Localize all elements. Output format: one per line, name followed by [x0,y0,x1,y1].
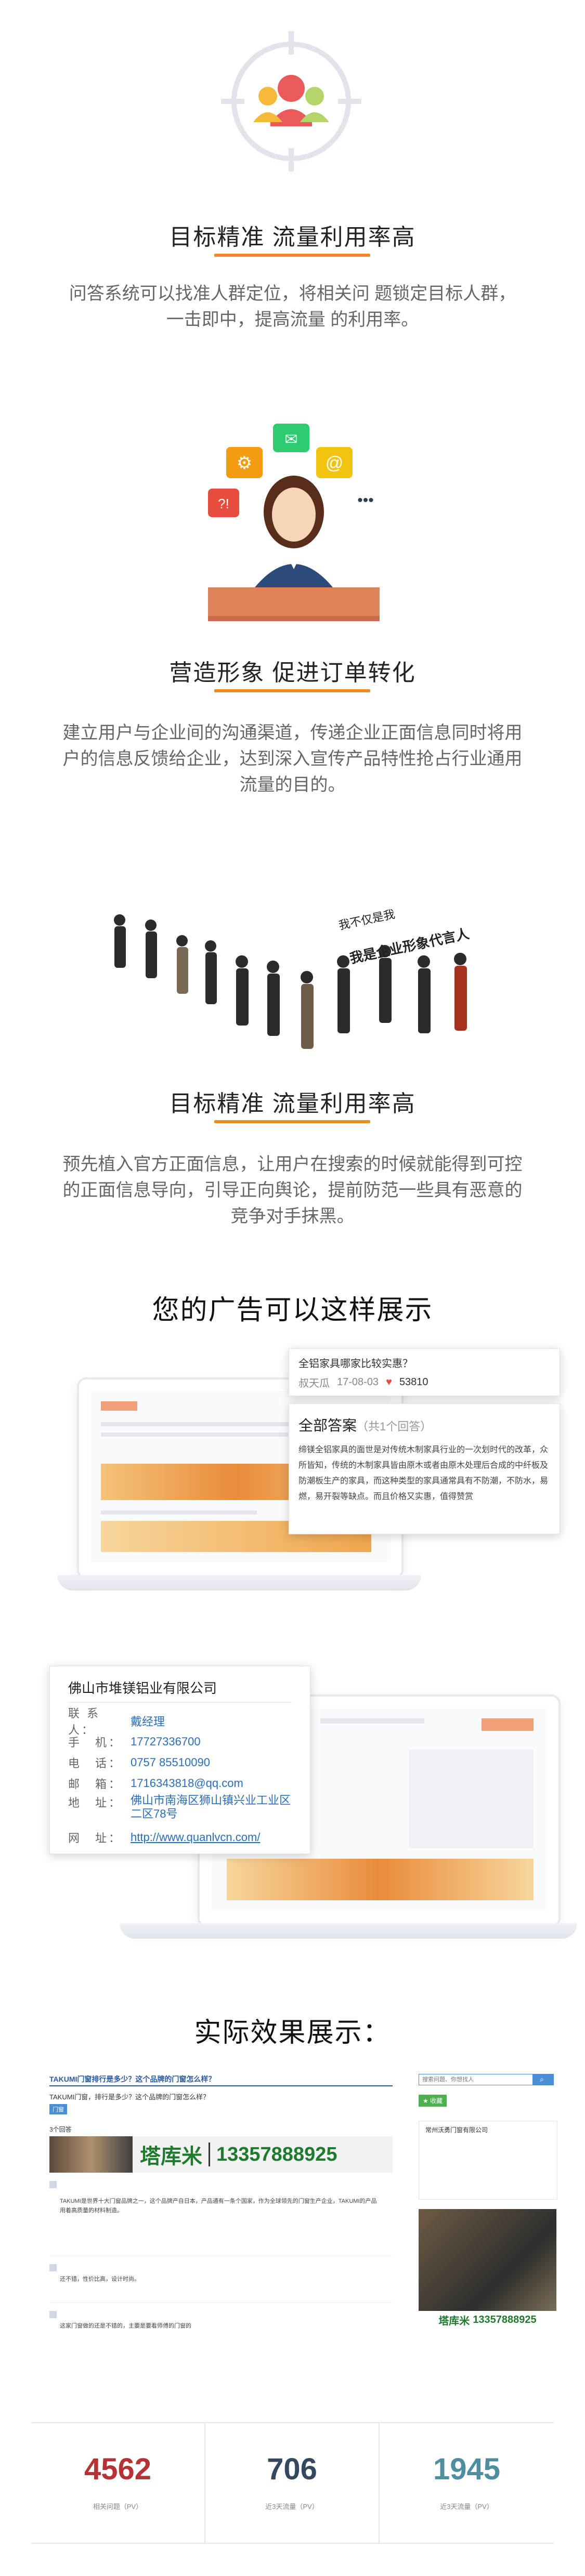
customer-service-illustration: ⚙ ✉ @ ?! ••• [177,416,411,634]
brand-banner: 塔库米 13357888925 [49,2136,393,2173]
answer-body: 缔镁全铝家具的面世是对传统木制家具行业的一次划时代的改革，众所皆知，传统的木制家… [298,1445,549,1501]
side-brand: 塔库米 [438,2315,470,2327]
gear-icon: ⚙ [226,447,263,478]
heart-icon[interactable]: ♥ [386,1376,392,1388]
answer-item-2: 还不错，性价比高，设计时尚。 [49,2261,393,2303]
stat-label-3: 近3天流量（PV） [440,2503,493,2511]
section1-underline [214,254,370,257]
ads-section-title: 您的广告可以这样展示 [152,1295,433,1325]
stat-value-1: 4562 [84,2452,152,2486]
svg-text:@: @ [326,453,344,473]
answers-card: 全部答案 （共1个回答） 缔镁全铝家具的面世是对传统木制家具行业的一次划时代的改… [289,1403,560,1534]
company-name: 佛山市堆镁铝业有限公司 [68,1680,217,1696]
laptop-base-2 [120,1923,577,1939]
stat-value-2: 706 [267,2452,317,2486]
search-button[interactable]: ⌕ [533,2074,554,2085]
store-photo [49,2136,133,2173]
mail-icon: ✉ [273,424,309,452]
chat-icon: ?! [208,489,239,517]
section2-description: 建立用户与企业间的沟通渠道，传递企业正面信息同时将用户的信息反馈给企业，达到深入… [62,723,523,795]
at-icon: @ [316,447,353,478]
effect-question-sub: TAKUMI门窗，排行是多少？这个品牌的门窗怎么样？ [49,2093,210,2101]
section2-title: 营造形象 促进订单转化 [169,660,416,686]
target-crosshair-illustration [221,31,361,172]
side-company-box: 常州沃勇门窗有限公司 [419,2121,557,2200]
answers-count: （共1个回答） [357,1420,432,1433]
answers-header: 全部答案 [298,1417,357,1434]
answer-item-3: 这家门窗做的还是不错的，主要是要看师傅的门窗的 [49,2308,393,2349]
like-count: 53810 [399,1376,428,1388]
avatar [49,2181,57,2188]
section1-description: 问答系统可以找准人群定位，将相关问 题锁定目标人群，一击即中，提高流量 的利用率… [69,284,516,330]
section3-description: 预先植入官方正面信息，让用户在搜索的时候就能得到可控的正面信息导向，引导正向舆论… [62,1154,523,1226]
email-row: 邮 箱： 1716343818@qq.com [68,1777,243,1791]
stat-label-2: 近3天流量（PV） [265,2503,319,2511]
svg-text:⚙: ⚙ [237,453,252,473]
collect-button[interactable]: ★ 收藏 [419,2095,447,2107]
avatar [49,2311,57,2318]
effect-question-title[interactable]: TAKUMI门窗排行是多少？这个品牌的门窗怎么样？ [49,2074,215,2084]
section3-underline [214,1120,370,1123]
effect-search-input[interactable] [419,2074,533,2085]
stat-3: 1945 近3天流量（PV） [380,2423,554,2543]
side-ad-image: 塔库米 13357888925 [419,2209,556,2329]
stat-value-3: 1945 [433,2452,501,2486]
stat-1: 4562 相关问题（PV） [31,2423,205,2543]
effect-tag[interactable]: 门窗 [49,2104,67,2114]
phone-row: 电 话： 0757 85510090 [68,1756,210,1770]
address-row: 地 址： 佛山市南海区狮山镇兴业工业区二区78号 [68,1794,291,1820]
question-user: 叔天瓜 [298,1378,330,1389]
svg-text:•••: ••• [357,492,374,509]
laptop-base-1 [57,1575,421,1591]
question-text: 全铝家具哪家比较实惠？ [298,1358,413,1370]
stat-label-1: 相关问题（PV） [93,2503,143,2511]
stats-container: 4562 相关问题（PV） 706 近3天流量（PV） 1945 近3天流量（P… [31,2422,554,2544]
answer-item-1: TAKUMI是世界十大门窗品牌之一，这个品牌产自日本，产品通有一条个国家，作为全… [49,2178,393,2256]
effect-section-title: 实际效果展示： [194,2018,391,2048]
banner-brand-phone: 13357888925 [216,2143,337,2165]
company-card: 佛山市堆镁铝业有限公司 联 系 人： 戴经理 手 机： 17727336700 电 … [49,1666,310,1854]
business-people-illustration [94,884,510,1081]
section3-title: 目标精准 流量利用率高 [169,1091,416,1116]
side-phone: 13357888925 [473,2314,537,2325]
stat-2: 706 近3天流量（PV） [205,2423,380,2543]
mobile-row: 手 机： 17727336700 [68,1735,201,1749]
effect-screenshot: TAKUMI门窗排行是多少？这个品牌的门窗怎么样？ TAKUMI门窗，排行是多少… [49,2074,559,2386]
website-row[interactable]: 网 址： http://www.quanlvcn.com/ [68,1827,292,1848]
effect-answers-header: 3个回答 [49,2126,72,2133]
section1-title: 目标精准 流量利用率高 [169,225,416,250]
section2-underline [214,689,370,692]
banner-brand-name: 塔库米 [140,2145,202,2168]
search-icon: ⌕ [540,2075,544,2083]
avatar [49,2264,57,2271]
question-card: 全铝家具哪家比较实惠？ 叔天瓜 17-08-03 ♥ 53810 [289,1348,560,1396]
svg-text:✉: ✉ [284,431,297,448]
contact-row: 联 系 人： 戴经理 [68,1707,165,1737]
question-date: 17-08-03 [337,1376,379,1388]
svg-text:?!: ?! [218,496,229,511]
